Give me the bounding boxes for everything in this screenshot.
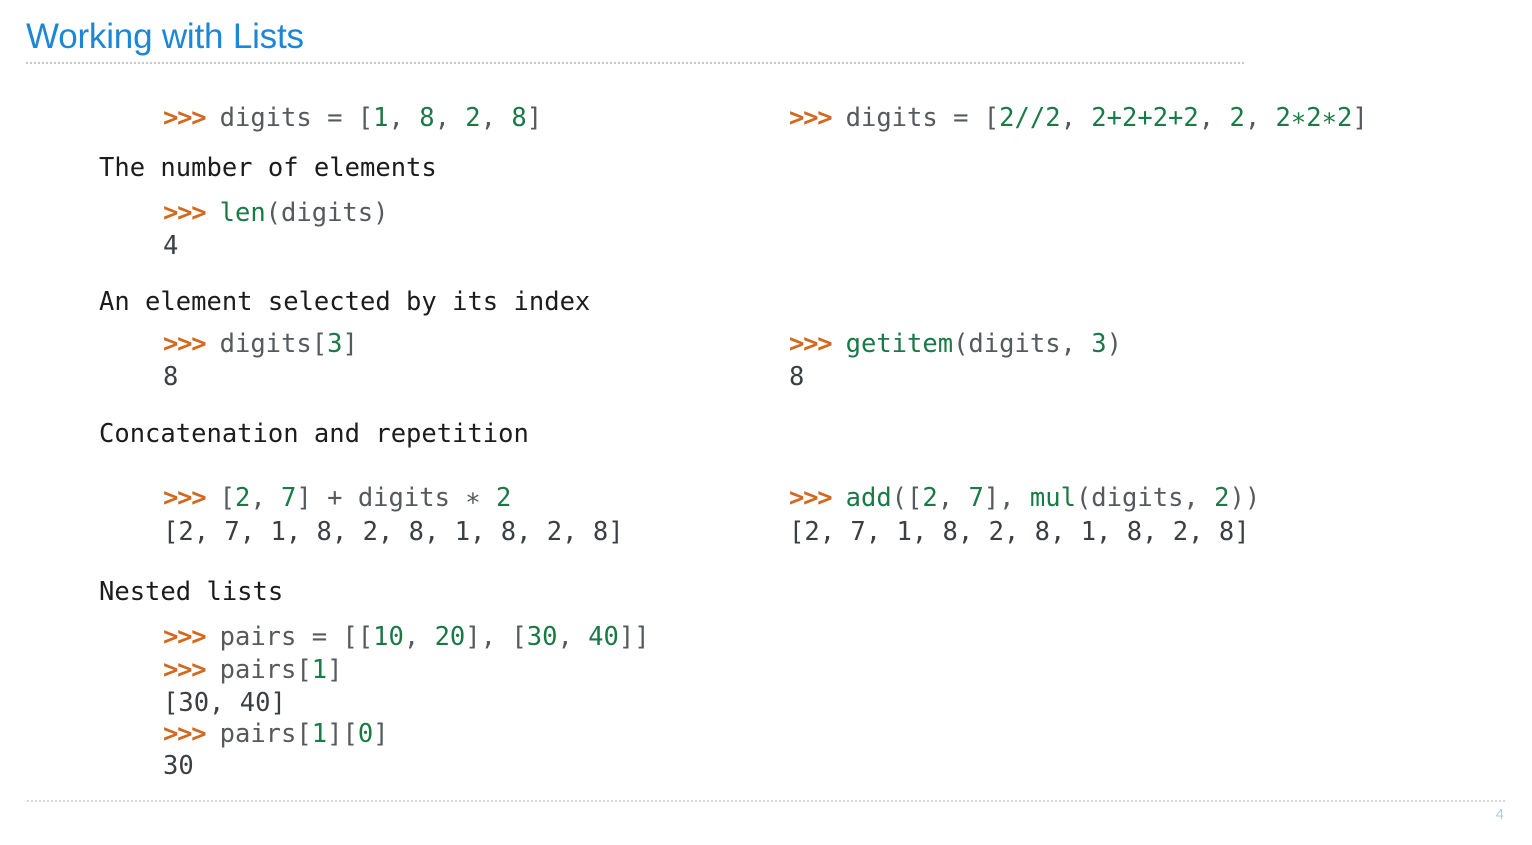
- code-token-prompt: >>>: [789, 329, 846, 359]
- code-token-num: 2∗2∗2: [1275, 103, 1353, 133]
- code-token-plain: (digits,: [953, 329, 1092, 359]
- code-token-plain: (digits,: [1075, 483, 1215, 513]
- code-token-prompt: >>>: [789, 103, 846, 133]
- code-token-plain: )): [1229, 483, 1261, 513]
- code-token-num: 3: [1091, 329, 1107, 359]
- code-token-num: 2//2: [999, 103, 1061, 133]
- repl-input-line: >>> digits = [2//2, 2+2+2+2, 2, 2∗2∗2]: [789, 103, 1368, 133]
- code-token-num: 2+2+2+2: [1091, 103, 1199, 133]
- code-token-plain: ],: [983, 483, 1030, 513]
- code-token-prompt: >>>: [789, 483, 846, 513]
- code-token-num: 2: [1214, 483, 1230, 513]
- page-number: 4: [1495, 806, 1504, 823]
- code-token-plain: ]: [1352, 103, 1368, 133]
- code-token-num: 2: [922, 483, 938, 513]
- repl-input-line: >>> add([2, 7], mul(digits, 2)): [789, 483, 1260, 513]
- right-code-column: >>> digits = [2//2, 2+2+2+2, 2, 2∗2∗2] >>…: [0, 0, 1532, 845]
- code-token-num: 2: [1229, 103, 1245, 133]
- code-token-num: 7: [968, 483, 984, 513]
- code-token-plain: ,: [1244, 103, 1276, 133]
- code-token-out: [2, 7, 1, 8, 2, 8, 1, 8, 2, 8]: [789, 517, 1250, 547]
- code-token-fn: add: [845, 483, 892, 513]
- repl-output-line: [2, 7, 1, 8, 2, 8, 1, 8, 2, 8]: [789, 517, 1250, 547]
- code-token-fn: getitem: [845, 329, 954, 359]
- code-token-plain: ([: [891, 483, 923, 513]
- code-token-plain: ,: [937, 483, 969, 513]
- code-token-fn: mul: [1029, 483, 1076, 513]
- code-token-plain: ): [1106, 329, 1122, 359]
- code-token-out: 8: [789, 362, 805, 392]
- repl-input-line: >>> getitem(digits, 3): [789, 329, 1122, 359]
- code-token-plain: ,: [1198, 103, 1230, 133]
- code-token-plain: digits = [: [845, 103, 1000, 133]
- repl-output-line: 8: [789, 362, 804, 392]
- code-token-plain: ,: [1060, 103, 1092, 133]
- footer-divider: [27, 800, 1505, 802]
